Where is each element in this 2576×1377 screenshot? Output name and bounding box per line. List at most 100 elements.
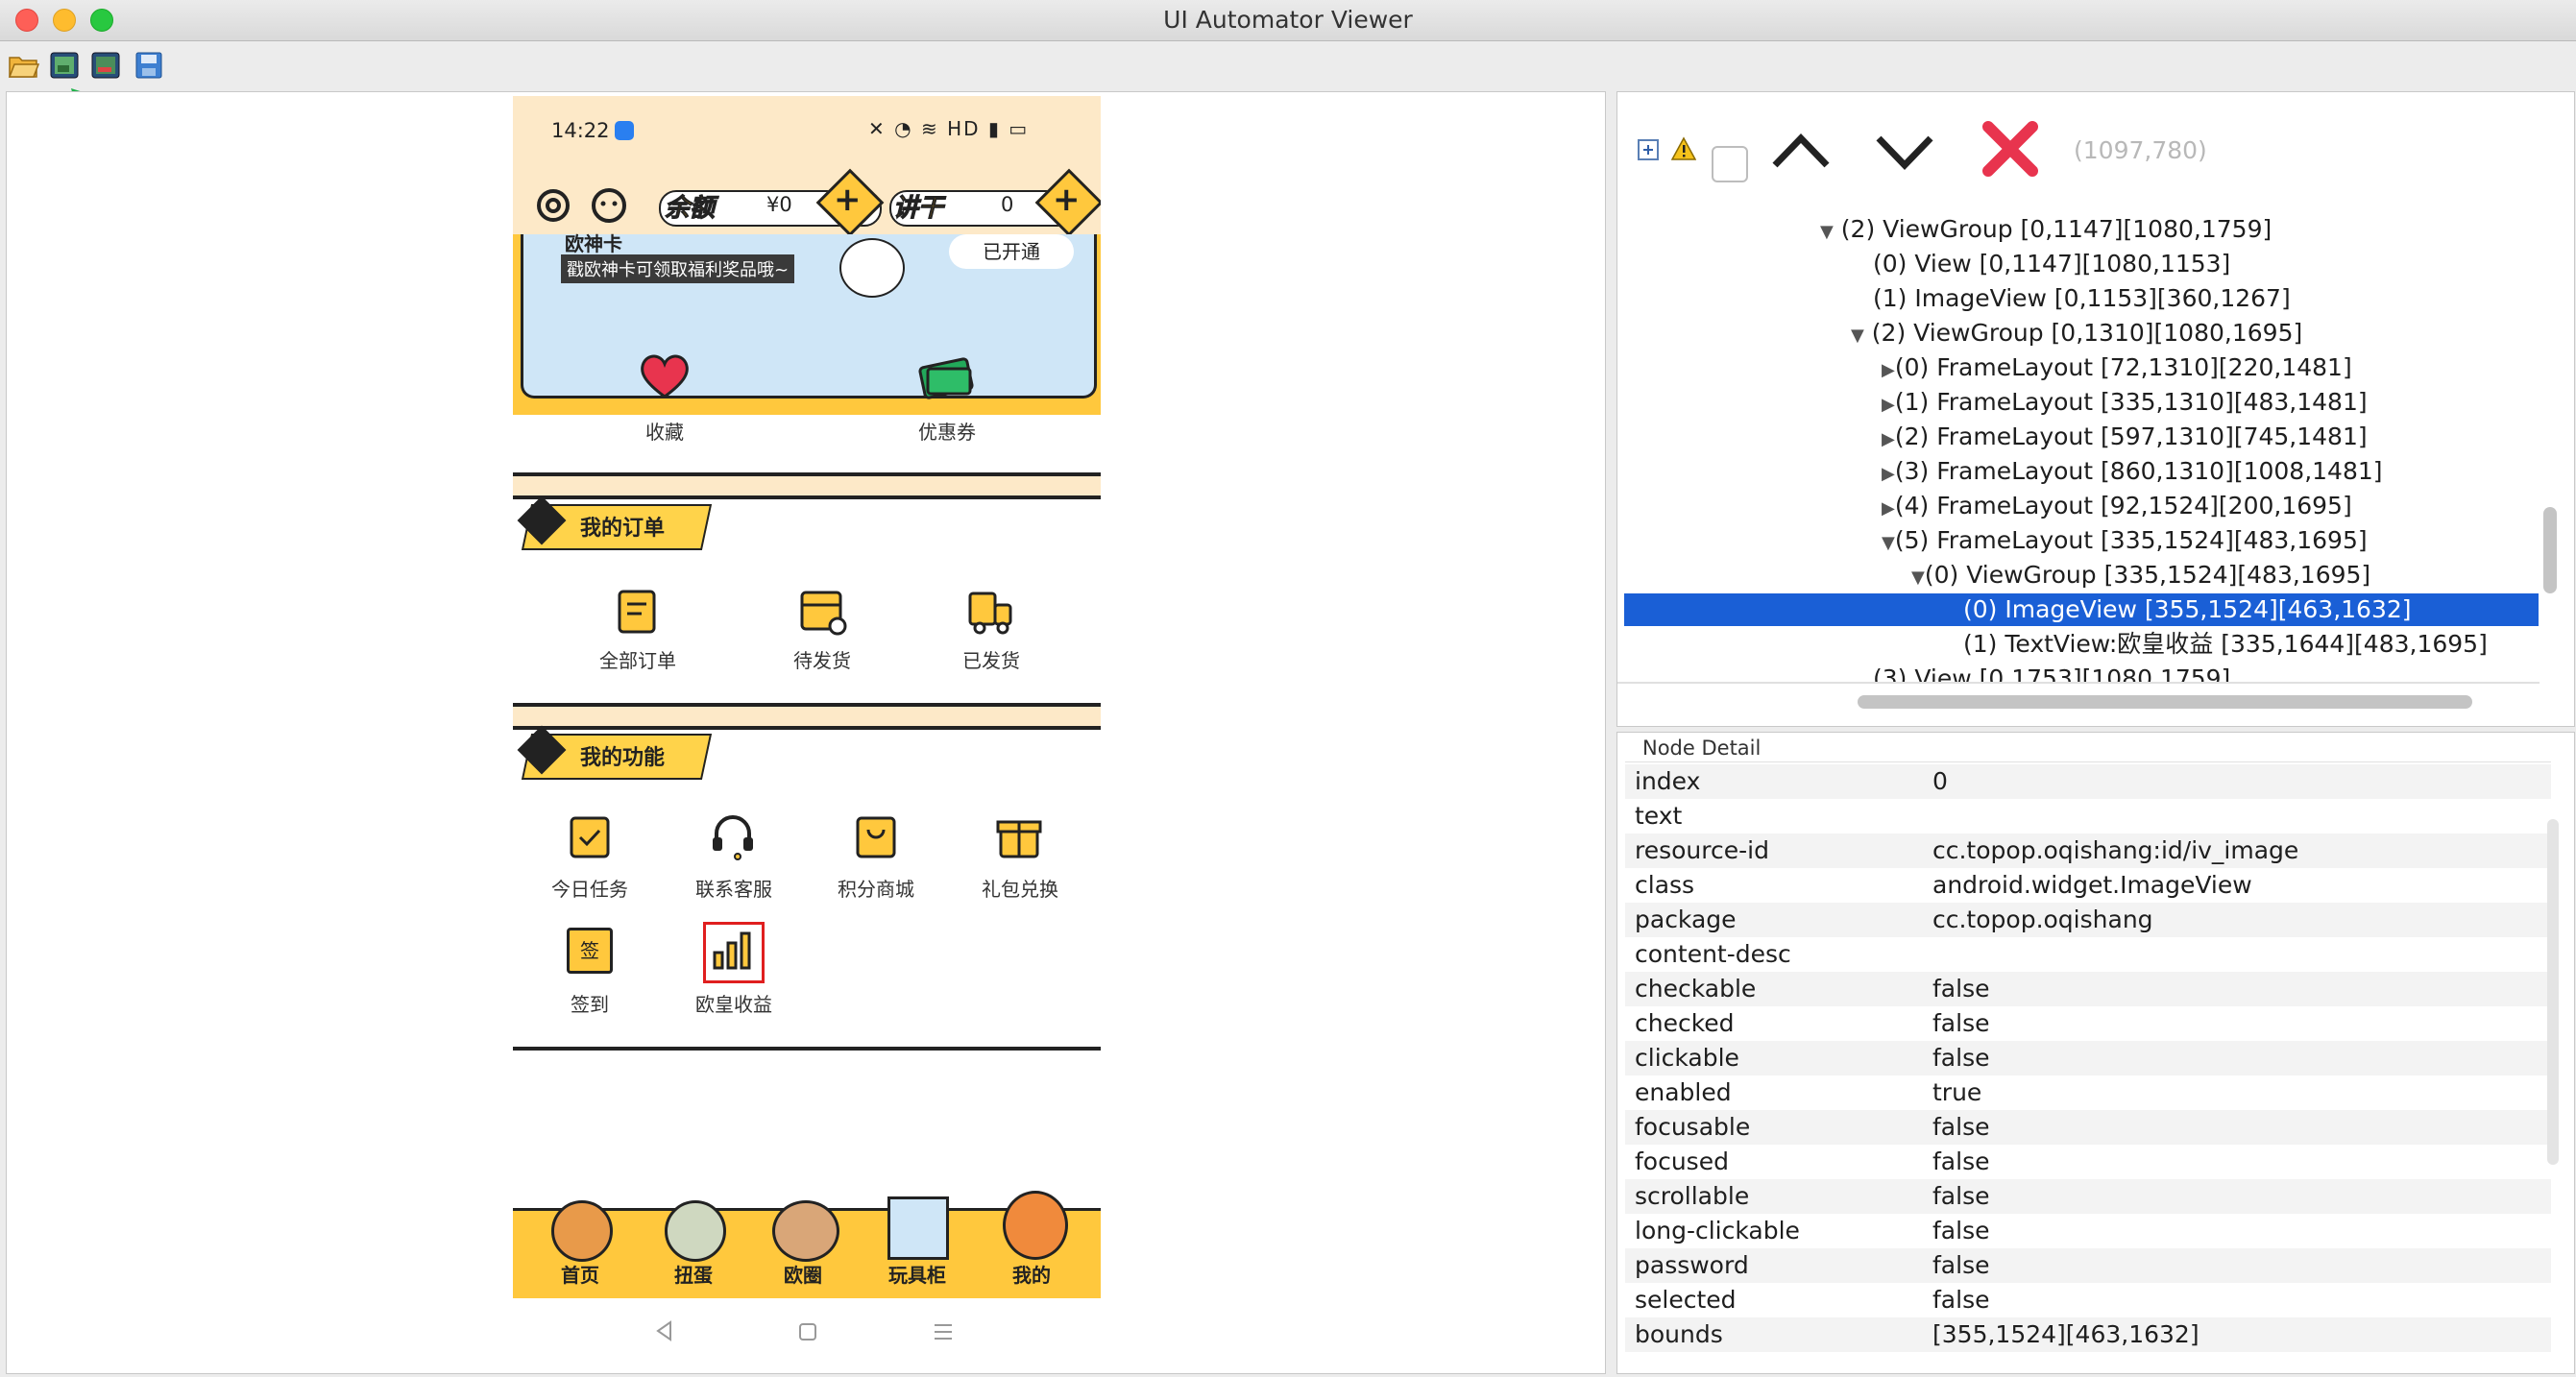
coin-add-plus: + xyxy=(1053,181,1081,219)
balance-label: 余额 xyxy=(664,194,716,224)
shipped-label[interactable]: 已发货 xyxy=(914,645,1068,673)
nav-gacha-icon[interactable] xyxy=(665,1200,726,1262)
tree-node[interactable]: ▼(5) FrameLayout [335,1524][483,1695] xyxy=(1882,524,2368,557)
message-icon[interactable] xyxy=(588,184,630,227)
nav-gacha-label[interactable]: 扭蛋 xyxy=(655,1260,732,1288)
nav-mine-icon[interactable] xyxy=(1003,1191,1068,1260)
detail-row[interactable]: index 0 xyxy=(1625,764,2551,799)
cursor-coordinates: (1097,780) xyxy=(2074,136,2207,164)
tree-node[interactable]: ▼ (2) ViewGroup [0,1310][1080,1695] xyxy=(1851,317,2302,350)
nav-home-icon[interactable] xyxy=(551,1200,613,1262)
tree-bottom-border xyxy=(1617,682,2540,684)
detail-row[interactable]: resource-id cc.topop.oqishang:id/iv_image xyxy=(1625,833,2551,868)
points-mall-label[interactable]: 积分商城 xyxy=(799,874,953,902)
detail-row[interactable]: checked false xyxy=(1625,1006,2551,1041)
vertical-scrollbar[interactable] xyxy=(2543,507,2557,593)
tree-node[interactable]: ▶(4) FrameLayout [92,1524][200,1695] xyxy=(1882,490,2352,522)
tree-node[interactable]: ▶(3) FrameLayout [860,1310][1008,1481] xyxy=(1882,455,2383,488)
detail-row[interactable]: checkable false xyxy=(1625,972,2551,1006)
quick-coupon-label[interactable]: 优惠券 xyxy=(870,417,1024,445)
tree-node[interactable]: (0) View [0,1147][1080,1153] xyxy=(1873,248,2230,280)
content-bottom-divider xyxy=(513,1047,1101,1051)
sign-in-calendar-icon[interactable]: 签 xyxy=(567,928,613,974)
status-time: 14:22 xyxy=(551,119,610,142)
clear-selection-icon[interactable] xyxy=(1981,119,2040,179)
detail-row[interactable]: enabled true xyxy=(1625,1075,2551,1110)
hierarchy-panel: (1097,780) ▼ (2) ViewGroup [0,1147][1080… xyxy=(1616,91,2575,727)
naf-filter-checkbox[interactable] xyxy=(1712,146,1748,182)
banner-activated-button[interactable]: 已开通 xyxy=(949,234,1074,269)
tree-node[interactable]: (3) View [0,1753][1080,1759] xyxy=(1873,663,2230,682)
coin-label: 讲干 xyxy=(892,194,944,224)
detail-row[interactable]: focused false xyxy=(1625,1145,2551,1179)
node-detail-panel: Node Detail index 0 text resource-id cc.to… xyxy=(1616,732,2575,1374)
gift-redeem-label[interactable]: 礼包兑换 xyxy=(943,874,1097,902)
nav-circle-label[interactable]: 欧圈 xyxy=(765,1260,841,1288)
quick-favorite-label[interactable]: 收藏 xyxy=(588,417,741,445)
detail-row[interactable]: content-desc xyxy=(1625,937,2551,972)
orders-title: 我的订单 xyxy=(580,517,666,541)
functions-divider xyxy=(513,703,1101,730)
pending-shipment-icon[interactable] xyxy=(797,588,849,636)
detail-row[interactable]: long-clickable false xyxy=(1625,1214,2551,1248)
all-orders-label[interactable]: 全部订单 xyxy=(561,645,715,673)
detail-row[interactable]: clickable false xyxy=(1625,1041,2551,1075)
system-home-icon[interactable] xyxy=(797,1321,818,1342)
previous-node-icon[interactable] xyxy=(1769,127,1833,175)
detail-row[interactable]: bounds [355,1524][463,1632] xyxy=(1625,1317,2551,1352)
nav-toy-cabinet-label[interactable]: 玩具柜 xyxy=(874,1260,960,1288)
device-screenshot[interactable]: 14:22 ✕ ◔ ≋ HD ▮ ▭ 余额 ¥0 + 讲干 0 + 欧神卡 戳欧… xyxy=(513,96,1101,1298)
detail-row[interactable]: focusable false xyxy=(1625,1110,2551,1145)
next-node-icon[interactable] xyxy=(1873,127,1936,175)
gift-redeem-icon[interactable] xyxy=(995,810,1043,860)
tree-node[interactable]: ▼(0) ViewGroup [335,1524][483,1695] xyxy=(1911,559,2370,592)
nav-home-label[interactable]: 首页 xyxy=(542,1260,619,1288)
network-type: HD xyxy=(947,117,981,140)
pending-shipment-label[interactable]: 待发货 xyxy=(745,645,899,673)
nav-toy-cabinet-icon[interactable] xyxy=(887,1196,949,1260)
customer-service-label[interactable]: 联系客服 xyxy=(657,874,811,902)
detail-row[interactable]: text xyxy=(1625,799,2551,833)
detail-scrollbar[interactable] xyxy=(2547,819,2559,1165)
warning-icon[interactable] xyxy=(1671,136,1696,161)
shipped-truck-icon[interactable] xyxy=(964,588,1016,636)
expand-all-icon[interactable] xyxy=(1637,138,1660,161)
coupon-icon[interactable] xyxy=(918,353,976,399)
alarm-icon: ◔ xyxy=(894,117,913,140)
points-mall-icon[interactable] xyxy=(853,812,899,860)
balance-value: ¥0 xyxy=(766,193,792,216)
tree-node[interactable]: ▶(2) FrameLayout [597,1310][745,1481] xyxy=(1882,421,2368,453)
nav-circle-icon[interactable] xyxy=(772,1200,839,1262)
favorite-heart-icon[interactable] xyxy=(638,350,692,400)
tree-node[interactable]: ▶(0) FrameLayout [72,1310][220,1481] xyxy=(1882,351,2352,384)
tree-node-selected[interactable]: (0) ImageView [355,1524][463,1632] xyxy=(1963,593,2412,626)
tree-node[interactable]: ▶(1) FrameLayout [335,1310][483,1481] xyxy=(1882,386,2368,419)
detail-row[interactable]: selected false xyxy=(1625,1283,2551,1317)
sign-in-label[interactable]: 签到 xyxy=(513,989,667,1017)
detail-row[interactable]: class android.widget.ImageView xyxy=(1625,868,2551,903)
tree-node[interactable]: (1) TextView:欧皇收益 [335,1644][483,1695] xyxy=(1963,628,2488,661)
system-menu-icon[interactable] xyxy=(932,1321,955,1342)
detail-row[interactable]: package cc.topop.oqishang xyxy=(1625,903,2551,937)
window-title: UI Automator Viewer xyxy=(1163,6,1413,34)
bluetooth-icon xyxy=(615,121,634,140)
tree-node[interactable]: ▼ (2) ViewGroup [0,1147][1080,1759] xyxy=(1820,213,2272,246)
battery-icon: ▭ xyxy=(1009,117,1030,140)
settings-gear-icon[interactable] xyxy=(532,184,574,227)
lucky-earnings-label[interactable]: 欧皇收益 xyxy=(657,989,811,1017)
toolbar xyxy=(0,41,2576,89)
customer-service-icon[interactable] xyxy=(709,812,757,860)
open-folder-icon[interactable] xyxy=(8,50,40,81)
lucky-earnings-chart-icon[interactable] xyxy=(709,928,755,974)
orders-divider xyxy=(513,472,1101,499)
nav-mine-label[interactable]: 我的 xyxy=(993,1260,1070,1288)
daily-task-label[interactable]: 今日任务 xyxy=(513,874,667,902)
daily-task-icon[interactable] xyxy=(567,812,613,860)
tree-node[interactable]: (1) ImageView [0,1153][360,1267] xyxy=(1873,282,2291,315)
system-back-icon[interactable] xyxy=(653,1319,676,1342)
detail-row[interactable]: password false xyxy=(1625,1248,2551,1283)
signal-icon: ▮ xyxy=(987,117,1001,140)
detail-row[interactable]: scrollable false xyxy=(1625,1179,2551,1214)
horizontal-scrollbar[interactable] xyxy=(1858,695,2472,709)
all-orders-icon[interactable] xyxy=(613,588,661,636)
